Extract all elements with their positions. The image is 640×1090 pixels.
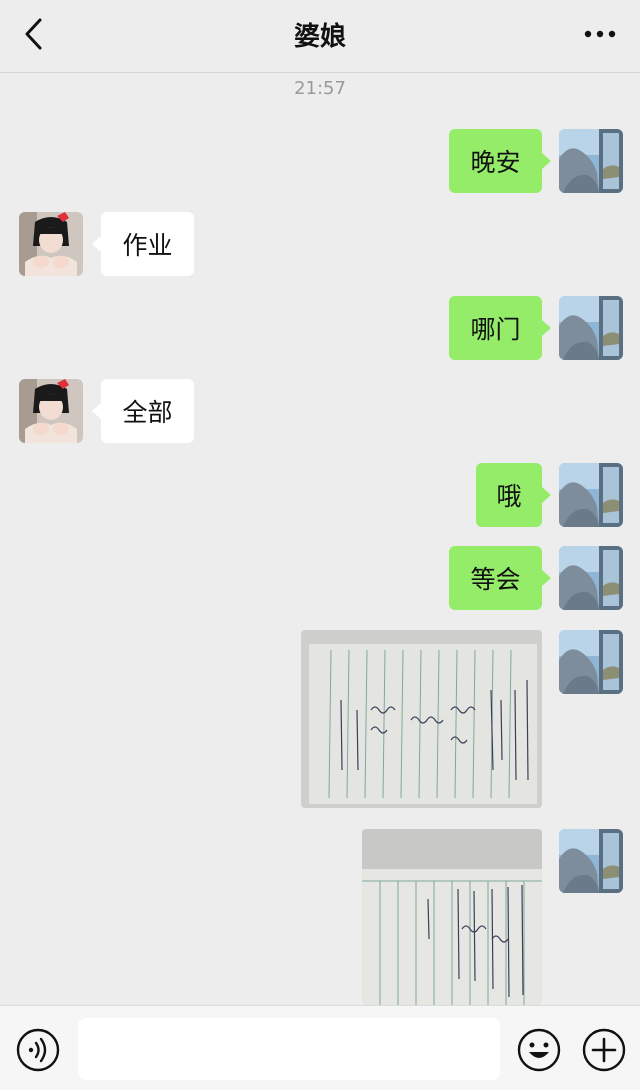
input-bar	[0, 1005, 640, 1090]
more-dots-icon	[584, 30, 616, 38]
my-avatar[interactable]	[559, 129, 623, 193]
chat-header: 婆娘	[0, 0, 640, 73]
more-button[interactable]	[578, 14, 622, 54]
message-bubble-sent[interactable]: 哪门	[449, 296, 551, 360]
my-avatar[interactable]	[559, 829, 623, 893]
emoji-button[interactable]	[517, 1028, 561, 1072]
plus-icon	[582, 1028, 626, 1072]
my-avatar[interactable]	[559, 630, 623, 694]
voice-button[interactable]	[16, 1028, 60, 1072]
my-avatar[interactable]	[559, 546, 623, 610]
notebook-photo	[362, 829, 542, 1005]
message-bubble-received[interactable]: 全部	[92, 379, 194, 443]
voice-icon	[16, 1028, 60, 1072]
message-bubble-sent[interactable]: 等会	[449, 546, 551, 610]
message-text: 哪门	[470, 315, 521, 344]
my-avatar[interactable]	[559, 463, 623, 527]
message-input[interactable]	[78, 1018, 500, 1080]
message-bubble-sent[interactable]: 哦	[476, 463, 551, 527]
contact-avatar[interactable]	[19, 379, 83, 443]
message-bubble-received[interactable]: 作业	[92, 212, 194, 276]
image-message[interactable]	[362, 829, 542, 1005]
message-text: 全部	[122, 398, 173, 427]
notebook-photo	[301, 630, 542, 808]
message-text: 等会	[470, 565, 521, 594]
my-avatar[interactable]	[559, 296, 623, 360]
message-text: 哦	[496, 482, 522, 511]
message-bubble-sent[interactable]: 晚安	[449, 129, 551, 193]
contact-avatar[interactable]	[19, 212, 83, 276]
more-functions-button[interactable]	[582, 1028, 626, 1072]
emoji-icon	[517, 1028, 561, 1072]
chat-title: 婆娘	[293, 22, 346, 52]
message-text: 作业	[122, 231, 173, 260]
message-timestamp: 21:57	[294, 78, 346, 99]
image-message[interactable]	[301, 630, 542, 808]
message-text: 晚安	[470, 148, 521, 177]
